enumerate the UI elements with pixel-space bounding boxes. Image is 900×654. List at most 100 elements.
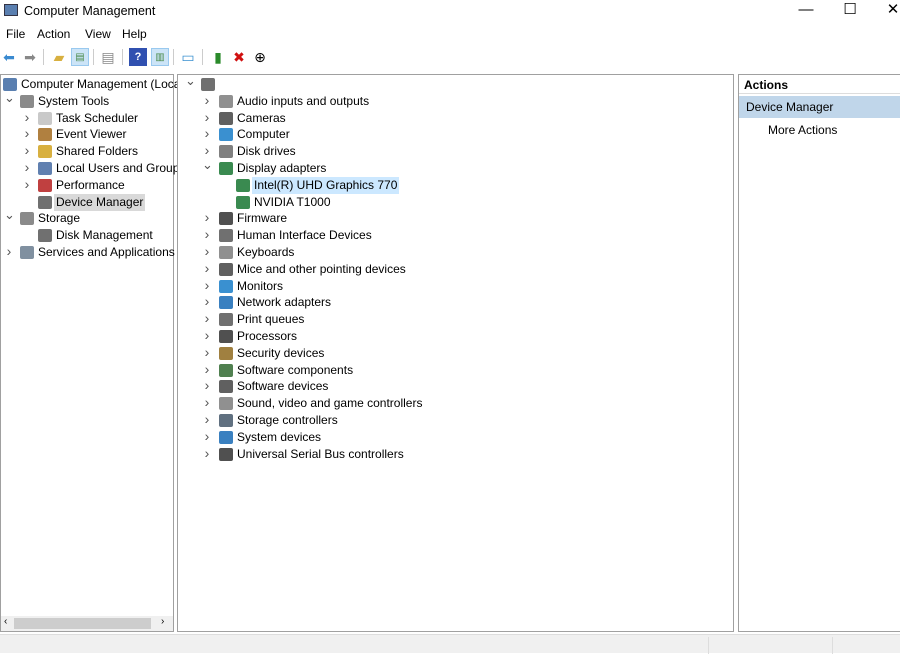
- tree-item-software-components[interactable]: › Software components: [178, 361, 733, 379]
- tree-item-computer[interactable]: ⌄: [178, 73, 733, 93]
- more-actions-link[interactable]: More Actions: [768, 123, 837, 137]
- tree-item-sound-video-and-game-controllers[interactable]: › Sound, video and game controllers: [178, 394, 733, 412]
- properties-icon[interactable]: ▤: [99, 48, 117, 66]
- tree-item-mice-and-other-pointing-devices[interactable]: › Mice and other pointing devices: [178, 260, 733, 278]
- tree-item-keyboards[interactable]: › Keyboards: [178, 243, 733, 261]
- tree-item-label: NVIDIA T1000: [254, 194, 331, 209]
- collapse-chevron-icon[interactable]: ›: [202, 125, 212, 142]
- tree-item-performance[interactable]: › Performance: [1, 176, 173, 194]
- expand-chevron-icon[interactable]: ⌄: [202, 156, 213, 173]
- tree-item-storage-controllers[interactable]: › Storage controllers: [178, 411, 733, 429]
- collapse-chevron-icon[interactable]: ›: [22, 109, 32, 126]
- menu-action[interactable]: Action: [37, 27, 70, 41]
- actions-section-device-manager[interactable]: Device Manager: [739, 96, 900, 118]
- close-button[interactable]: ✕: [871, 0, 900, 22]
- collapse-chevron-icon[interactable]: ›: [202, 293, 212, 310]
- network-adapters-icon: [219, 296, 233, 310]
- tree-item-device-manager[interactable]: Device Manager: [1, 193, 173, 211]
- menu-file[interactable]: File: [6, 27, 25, 41]
- tree-item-display-adapters[interactable]: ⌄ Display adapters: [178, 157, 733, 177]
- tree-item-print-queues[interactable]: › Print queues: [178, 310, 733, 328]
- scrollbar-thumb[interactable]: [14, 618, 151, 629]
- collapse-chevron-icon[interactable]: ›: [202, 92, 212, 109]
- tree-item-monitors[interactable]: › Monitors: [178, 277, 733, 295]
- show-hide-tree-icon[interactable]: ▤: [71, 48, 89, 66]
- monitor-icon[interactable]: ▭: [179, 48, 197, 66]
- collapse-chevron-icon[interactable]: ›: [202, 327, 212, 344]
- collapse-chevron-icon[interactable]: ›: [22, 125, 32, 142]
- scroll-right-icon[interactable]: ›: [161, 616, 164, 627]
- tree-item-local-users-and-groups[interactable]: › Local Users and Groups: [1, 159, 185, 177]
- uninstall-icon[interactable]: ✖: [230, 48, 248, 66]
- minimize-button[interactable]: —: [784, 0, 828, 22]
- tree-item-universal-serial-bus-controllers[interactable]: › Universal Serial Bus controllers: [178, 445, 733, 463]
- tree-item-security-devices[interactable]: › Security devices: [178, 344, 733, 362]
- back-icon[interactable]: ⬅: [0, 48, 18, 66]
- tree-item-disk-management[interactable]: Disk Management: [1, 227, 173, 244]
- tree-item-nvidia-t1000[interactable]: NVIDIA T1000: [178, 194, 733, 211]
- collapse-chevron-icon[interactable]: ›: [202, 411, 212, 428]
- collapse-chevron-icon[interactable]: ›: [22, 142, 32, 159]
- collapse-chevron-icon[interactable]: ›: [202, 226, 212, 243]
- tree-item-software-devices[interactable]: › Software devices: [178, 377, 733, 395]
- up-folder-icon[interactable]: ▰: [50, 48, 68, 66]
- collapse-chevron-icon[interactable]: ›: [202, 310, 212, 327]
- tree-item-storage[interactable]: ⌄ Storage: [1, 207, 173, 227]
- menu-help[interactable]: Help: [122, 27, 147, 41]
- collapse-chevron-icon[interactable]: ›: [202, 428, 212, 445]
- scroll-left-icon[interactable]: ‹: [4, 616, 7, 627]
- tree-item-label: Disk Management: [56, 228, 153, 243]
- expand-chevron-icon[interactable]: ⌄: [4, 89, 15, 106]
- collapse-chevron-icon[interactable]: ›: [202, 109, 212, 126]
- horizontal-scrollbar[interactable]: ‹ ›: [1, 616, 173, 631]
- tree-item-label: Computer Management (Local: [21, 77, 184, 91]
- tree-item-computer[interactable]: › Computer: [178, 125, 733, 143]
- forward-icon[interactable]: ➡: [21, 48, 39, 66]
- tree-item-task-scheduler[interactable]: › Task Scheduler: [1, 109, 173, 127]
- expand-chevron-icon[interactable]: ⌄: [185, 72, 196, 89]
- tree-item-network-adapters[interactable]: › Network adapters: [178, 293, 733, 311]
- collapse-chevron-icon[interactable]: ›: [202, 209, 212, 226]
- tree-item-event-viewer[interactable]: › Event Viewer: [1, 125, 173, 143]
- tree-item-processors[interactable]: › Processors: [178, 327, 733, 345]
- tree-item-shared-folders[interactable]: › Shared Folders: [1, 142, 173, 160]
- collapse-chevron-icon[interactable]: ›: [202, 361, 212, 378]
- shared-folders-icon: [38, 145, 52, 159]
- cameras-icon: [219, 111, 233, 125]
- tree-item-disk-drives[interactable]: › Disk drives: [178, 142, 733, 160]
- collapse-chevron-icon[interactable]: ›: [4, 243, 14, 260]
- audio-inputs-and-outputs-icon: [219, 94, 233, 108]
- collapse-chevron-icon[interactable]: ›: [202, 243, 212, 260]
- services-and-applications-icon: [20, 246, 34, 259]
- collapse-chevron-icon[interactable]: ›: [202, 445, 212, 462]
- show-hide-action-pane-icon[interactable]: ▥: [151, 48, 169, 66]
- collapse-chevron-icon[interactable]: ›: [22, 176, 32, 193]
- tree-item-label: Task Scheduler: [56, 110, 139, 125]
- collapse-chevron-icon[interactable]: ›: [202, 277, 212, 294]
- tree-item-system-tools[interactable]: ⌄ System Tools: [1, 90, 173, 110]
- tree-item-label: Event Viewer: [56, 127, 127, 142]
- tree-item-label: Shared Folders: [56, 144, 139, 159]
- tree-item-audio-inputs-and-outputs[interactable]: › Audio inputs and outputs: [178, 92, 733, 110]
- maximize-button[interactable]: ☐: [828, 0, 872, 22]
- status-bar: [0, 634, 900, 654]
- collapse-chevron-icon[interactable]: ›: [202, 377, 212, 394]
- computer-icon: [201, 78, 215, 91]
- tree-item-firmware[interactable]: › Firmware: [178, 209, 733, 227]
- tree-item-services-and-applications[interactable]: › Services and Applications: [1, 243, 175, 261]
- update-driver-icon[interactable]: ▮: [209, 48, 227, 66]
- tree-item-system-devices[interactable]: › System devices: [178, 428, 733, 446]
- help-icon[interactable]: ?: [129, 48, 147, 66]
- tree-item-intel-r-uhd-graphics-770[interactable]: Intel(R) UHD Graphics 770: [178, 176, 733, 194]
- tree-item-computer-management-local[interactable]: Computer Management (Local: [1, 76, 183, 93]
- computer-management-icon: [4, 4, 18, 16]
- tree-item-human-interface-devices[interactable]: › Human Interface Devices: [178, 226, 733, 244]
- collapse-chevron-icon[interactable]: ›: [202, 260, 212, 277]
- collapse-chevron-icon[interactable]: ›: [22, 159, 32, 176]
- disable-icon[interactable]: ⊕: [251, 48, 269, 66]
- tree-item-cameras[interactable]: › Cameras: [178, 109, 733, 127]
- collapse-chevron-icon[interactable]: ›: [202, 344, 212, 361]
- collapse-chevron-icon[interactable]: ›: [202, 394, 212, 411]
- menu-view[interactable]: View: [85, 27, 111, 41]
- expand-chevron-icon[interactable]: ⌄: [4, 206, 15, 223]
